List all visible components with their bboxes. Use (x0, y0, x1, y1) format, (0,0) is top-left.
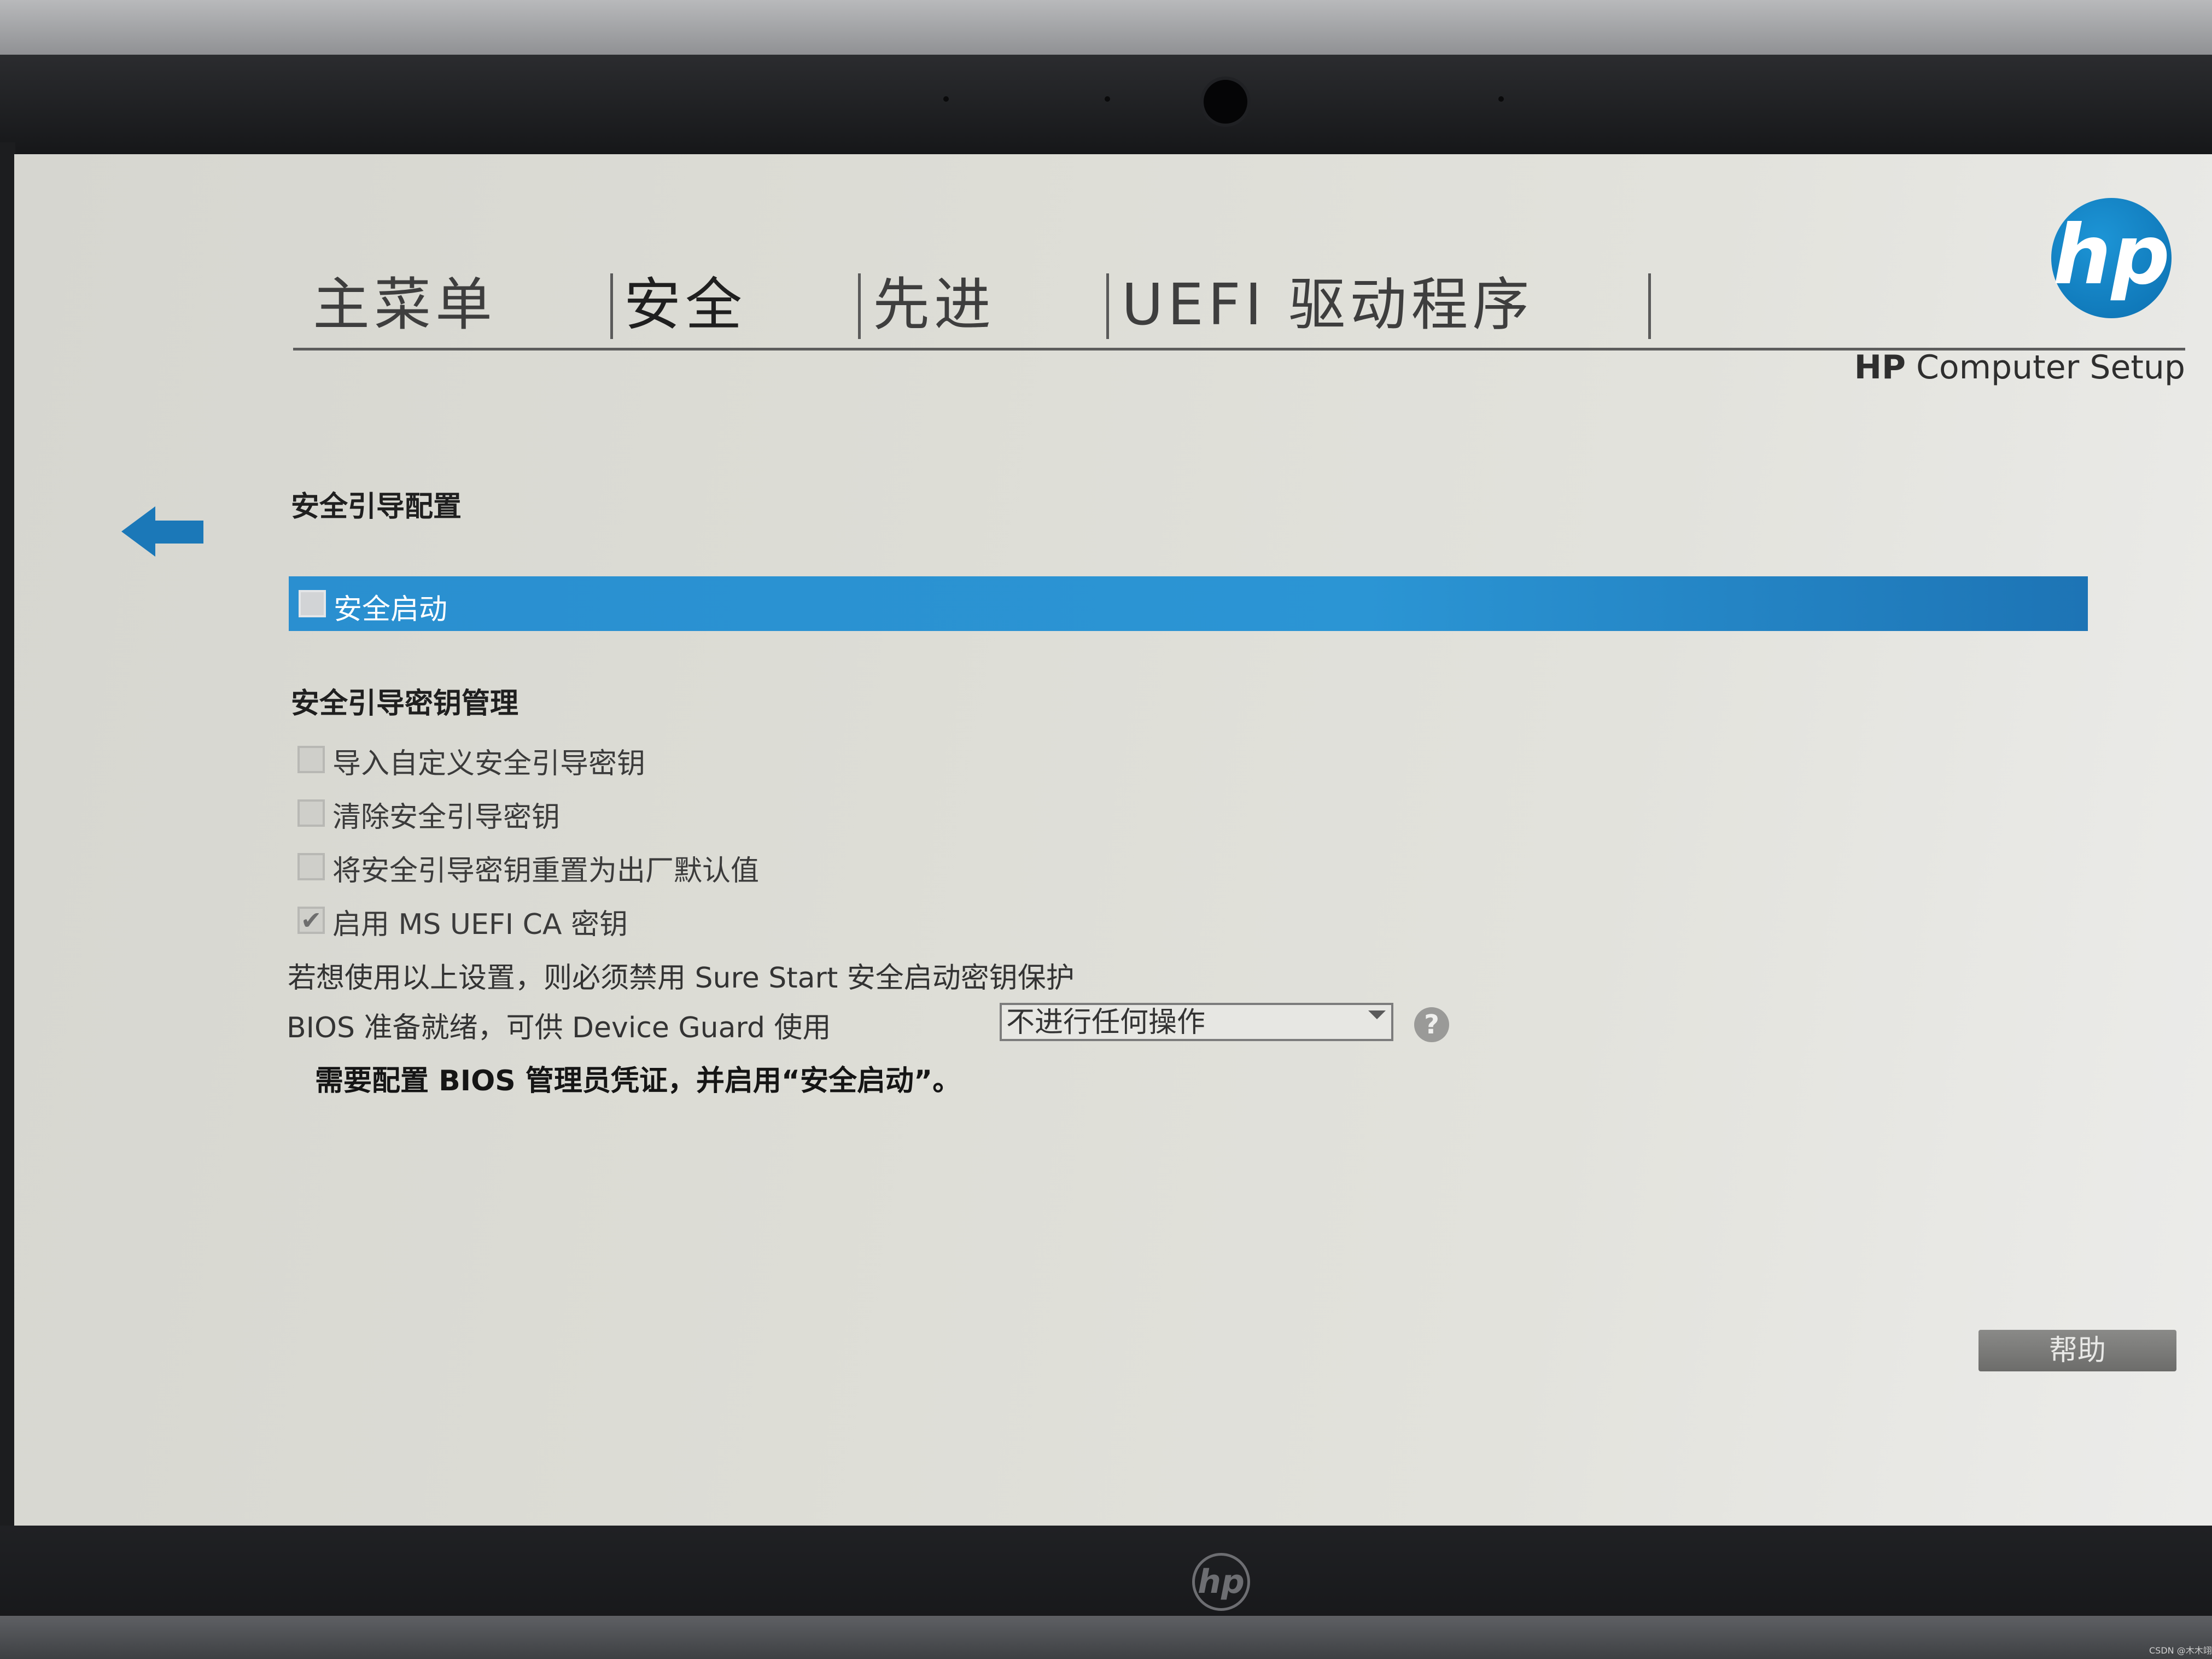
back-arrow-icon[interactable] (121, 504, 203, 559)
watermark: CSDN @木木翊 (2149, 1645, 2212, 1656)
key-management-title: 安全引导密钥管理 (291, 687, 519, 720)
webcam (1200, 77, 1251, 127)
sure-start-note: 若想使用以上设置，则必须禁用 Sure Start 安全启动密钥保护 (288, 962, 1075, 995)
laptop-base (0, 1616, 2212, 1659)
sensor-dot (1498, 96, 1504, 102)
sensor-dot (1105, 96, 1110, 102)
clear-keys-checkbox[interactable] (297, 799, 325, 827)
app-title-name: Computer Setup (1905, 348, 2185, 387)
clear-keys-label[interactable]: 清除安全引导密钥 (332, 794, 560, 835)
sensor-dot (943, 96, 949, 102)
device-guard-warning: 需要配置 BIOS 管理员凭证，并启用“安全启动”。 (315, 1065, 961, 1097)
reset-keys-checkbox[interactable] (297, 853, 325, 880)
tab-advanced[interactable]: 先进 (873, 264, 995, 346)
import-keys-checkbox[interactable] (297, 746, 325, 773)
tab-separator (858, 273, 861, 339)
ms-uefi-ca-checkbox[interactable]: ✔ (297, 907, 325, 934)
tab-bar: 主菜单 安全 先进 UEFI 驱动程序 (293, 264, 2196, 346)
chevron-down-icon (1368, 1010, 1386, 1019)
tab-separator (610, 273, 613, 339)
secure-boot-checkbox[interactable] (299, 590, 326, 617)
secure-boot-config-title: 安全引导配置 (291, 490, 462, 523)
hp-logo: hp (2051, 198, 2172, 318)
device-guard-select-value: 不进行任何操作 (1006, 1006, 1206, 1039)
laptop-top-bezel (0, 55, 2212, 159)
tab-uefi-drivers[interactable]: UEFI 驱动程序 (1122, 264, 1533, 346)
help-icon[interactable]: ? (1414, 1007, 1449, 1042)
photo-background: 主菜单 安全 先进 UEFI 驱动程序 hp HP Computer Setup… (0, 0, 2212, 1659)
tab-separator (1648, 273, 1651, 339)
device-guard-label: BIOS 准备就绪，可供 Device Guard 使用 (287, 1012, 831, 1044)
secure-boot-row[interactable]: 安全启动 (289, 576, 2088, 631)
laptop-left-bezel (0, 142, 15, 1531)
hp-bezel-logo: hp (1192, 1553, 1250, 1611)
app-title: HP Computer Setup (1835, 348, 2185, 387)
ms-uefi-ca-label[interactable]: 启用 MS UEFI CA 密钥 (332, 901, 628, 942)
tab-separator (1106, 273, 1109, 339)
bios-screen: 主菜单 安全 先进 UEFI 驱动程序 hp HP Computer Setup… (14, 154, 2212, 1527)
reset-keys-label[interactable]: 将安全引导密钥重置为出厂默认值 (332, 848, 759, 889)
help-button[interactable]: 帮助 (1978, 1330, 2176, 1371)
device-guard-select[interactable]: 不进行任何操作 (1000, 1003, 1393, 1041)
secure-boot-label: 安全启动 (334, 593, 448, 626)
tab-security[interactable]: 安全 (624, 264, 746, 346)
app-title-brand: HP (1854, 348, 1906, 387)
import-keys-label[interactable]: 导入自定义安全引导密钥 (332, 740, 645, 781)
tab-main-menu[interactable]: 主菜单 (313, 264, 497, 346)
wall-background (0, 0, 2212, 60)
